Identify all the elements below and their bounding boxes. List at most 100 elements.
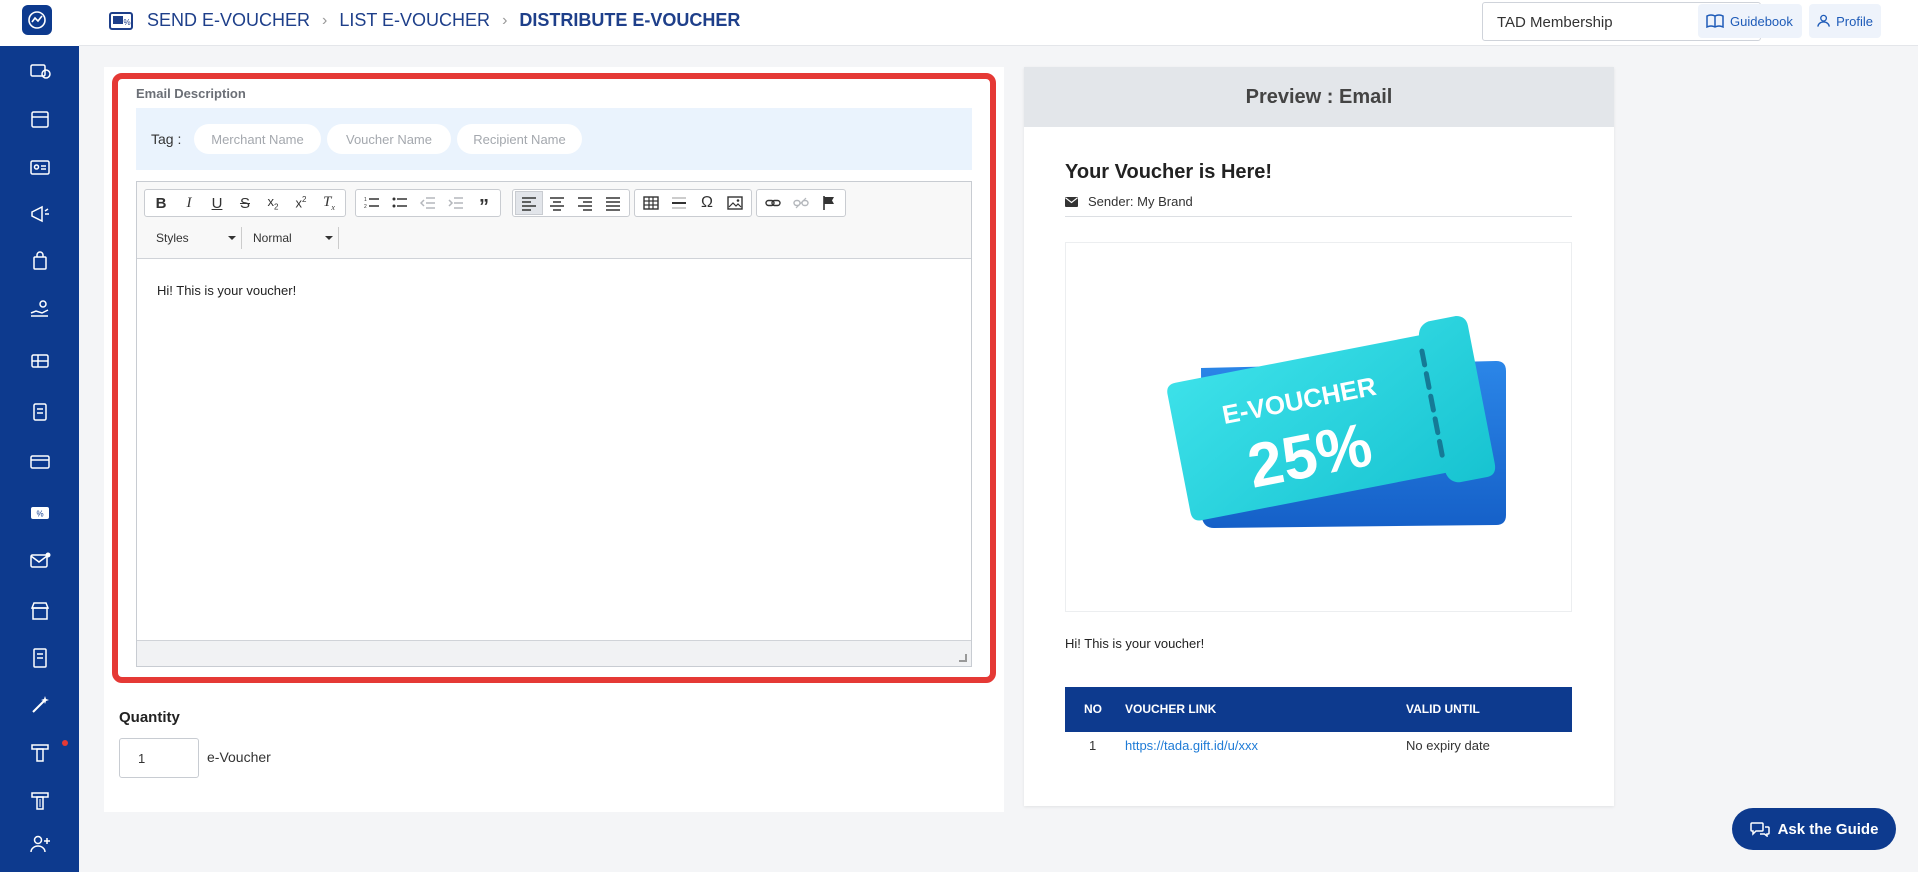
subscript-icon[interactable]: x2 [259, 191, 287, 215]
preview-sender-text: Sender: My Brand [1088, 194, 1193, 209]
sidebar-document-icon[interactable] [0, 392, 79, 432]
bold-icon[interactable]: B [147, 191, 175, 215]
tag-merchant-name[interactable]: Merchant Name [194, 124, 321, 154]
format-dropdown-label: Normal [253, 231, 292, 245]
voucher-image: E-VOUCHER 25% [1065, 242, 1572, 612]
sidebar-mail-icon[interactable] [0, 541, 79, 581]
underline-icon[interactable]: U [203, 191, 231, 215]
caret-down-icon [228, 236, 236, 240]
book-icon [1706, 14, 1724, 28]
indent-icon[interactable] [442, 191, 470, 215]
envelope-icon [1065, 196, 1078, 207]
program-select-value: TAD Membership [1497, 14, 1613, 31]
sidebar-hand-coin-icon[interactable] [0, 289, 79, 329]
top-header: % SEND E-VOUCHER › LIST E-VOUCHER › DIST… [79, 0, 1918, 46]
svg-text:%: % [36, 510, 43, 519]
row-valid-until: No expiry date [1406, 738, 1490, 753]
remove-format-icon[interactable]: Tx [315, 191, 343, 215]
align-center-icon[interactable] [543, 191, 571, 215]
guidebook-label: Guidebook [1730, 13, 1793, 29]
chat-bubbles-icon [1749, 822, 1770, 837]
italic-icon[interactable]: I [175, 191, 203, 215]
strikethrough-icon[interactable]: S [231, 191, 259, 215]
tag-voucher-name[interactable]: Voucher Name [327, 124, 451, 154]
list-group: 12 ” [355, 189, 501, 217]
insert-group: Ω [634, 189, 752, 217]
sidebar-receipt-icon[interactable] [0, 638, 79, 678]
editor-statusbar [137, 640, 971, 666]
link-icon[interactable] [759, 191, 787, 215]
sidebar-member-card-icon[interactable] [0, 147, 79, 187]
tag-recipient-name[interactable]: Recipient Name [457, 124, 582, 154]
align-left-icon[interactable] [515, 191, 543, 215]
sidebar-bag-icon[interactable] [0, 241, 79, 281]
profile-label: Profile [1836, 13, 1873, 29]
quantity-input[interactable]: 1 [119, 738, 199, 778]
caret-down-icon [325, 236, 333, 240]
profile-button[interactable]: Profile [1809, 4, 1881, 38]
sidebar-discount-voucher-icon[interactable]: % [0, 493, 79, 533]
unlink-icon[interactable] [787, 191, 815, 215]
format-dropdown[interactable]: Normal [253, 227, 333, 249]
sidebar-tada-icon[interactable] [0, 733, 79, 773]
notification-dot [62, 740, 68, 746]
sidebar-calendar-icon[interactable] [0, 99, 79, 139]
col-voucher-link: VOUCHER LINK [1125, 702, 1217, 716]
tag-label: Tag : [151, 131, 182, 147]
logo-area [0, 0, 79, 46]
email-description-label: Email Description [136, 86, 246, 101]
breadcrumb-list-evoucher[interactable]: LIST E-VOUCHER [339, 10, 490, 31]
table-icon[interactable] [637, 191, 665, 215]
anchor-flag-icon[interactable] [815, 191, 843, 215]
voucher-table-header: NO VOUCHER LINK VALID UNTIL [1065, 687, 1572, 732]
styles-dropdown[interactable]: Styles [156, 227, 236, 249]
align-group [512, 189, 630, 217]
bullet-list-icon[interactable] [386, 191, 414, 215]
chevron-right-icon: › [502, 11, 508, 29]
svg-text:2: 2 [364, 204, 367, 210]
ask-the-guide-button[interactable]: Ask the Guide [1732, 808, 1896, 850]
sidebar-credit-card-icon[interactable] [0, 442, 79, 482]
user-icon [1817, 14, 1830, 27]
sidebar-megaphone-icon[interactable] [0, 194, 79, 234]
horizontal-line-icon[interactable] [665, 191, 693, 215]
voucher-link[interactable]: https://tada.gift.id/u/xxx [1125, 732, 1258, 760]
outdent-icon[interactable] [414, 191, 442, 215]
preview-heading: Preview : Email [1024, 67, 1614, 127]
align-justify-icon[interactable] [599, 191, 627, 215]
special-character-icon[interactable]: Ω [693, 191, 721, 215]
numbered-list-icon[interactable]: 12 [358, 191, 386, 215]
col-valid-until: VALID UNTIL [1406, 702, 1480, 716]
sidebar-tada-alt-icon[interactable] [0, 781, 79, 821]
sidebar: % [0, 0, 79, 872]
ask-the-guide-label: Ask the Guide [1777, 820, 1879, 838]
resize-handle-icon[interactable] [959, 654, 967, 662]
preview-message: Hi! This is your voucher! [1065, 636, 1205, 651]
col-no: NO [1084, 702, 1102, 716]
table-row: 1 https://tada.gift.id/u/xxx No expiry d… [1065, 732, 1572, 760]
sidebar-store-icon[interactable] [0, 591, 79, 631]
sidebar-gift-card-icon[interactable] [0, 341, 79, 381]
voucher-table: NO VOUCHER LINK VALID UNTIL 1 https://ta… [1065, 687, 1572, 760]
align-right-icon[interactable] [571, 191, 599, 215]
superscript-icon[interactable]: x2 [287, 191, 315, 215]
preview-email-title: Your Voucher is Here! [1065, 161, 1273, 183]
row-no: 1 [1089, 738, 1097, 753]
toolbar-divider [241, 227, 242, 249]
editor-content-text: Hi! This is your voucher! [157, 283, 297, 298]
styles-dropdown-label: Styles [156, 231, 189, 245]
sidebar-magic-wand-icon[interactable] [0, 685, 79, 725]
breadcrumb-distribute-evoucher: DISTRIBUTE E-VOUCHER [519, 10, 741, 30]
sidebar-voucher-icon[interactable] [0, 51, 79, 91]
preview-sender: Sender: My Brand [1065, 194, 1193, 209]
breadcrumb: % SEND E-VOUCHER › LIST E-VOUCHER › DIST… [109, 10, 740, 31]
quantity-unit: e-Voucher [207, 749, 271, 765]
breadcrumb-send-evoucher[interactable]: SEND E-VOUCHER [147, 10, 310, 31]
image-icon[interactable] [721, 191, 749, 215]
sidebar-add-user-icon[interactable] [0, 824, 79, 864]
blockquote-icon[interactable]: ” [470, 191, 498, 217]
svg-text:1: 1 [364, 197, 367, 203]
guidebook-button[interactable]: Guidebook [1698, 4, 1802, 38]
app-logo-icon[interactable] [22, 5, 52, 35]
editor-content-area[interactable]: Hi! This is your voucher! [137, 260, 971, 640]
